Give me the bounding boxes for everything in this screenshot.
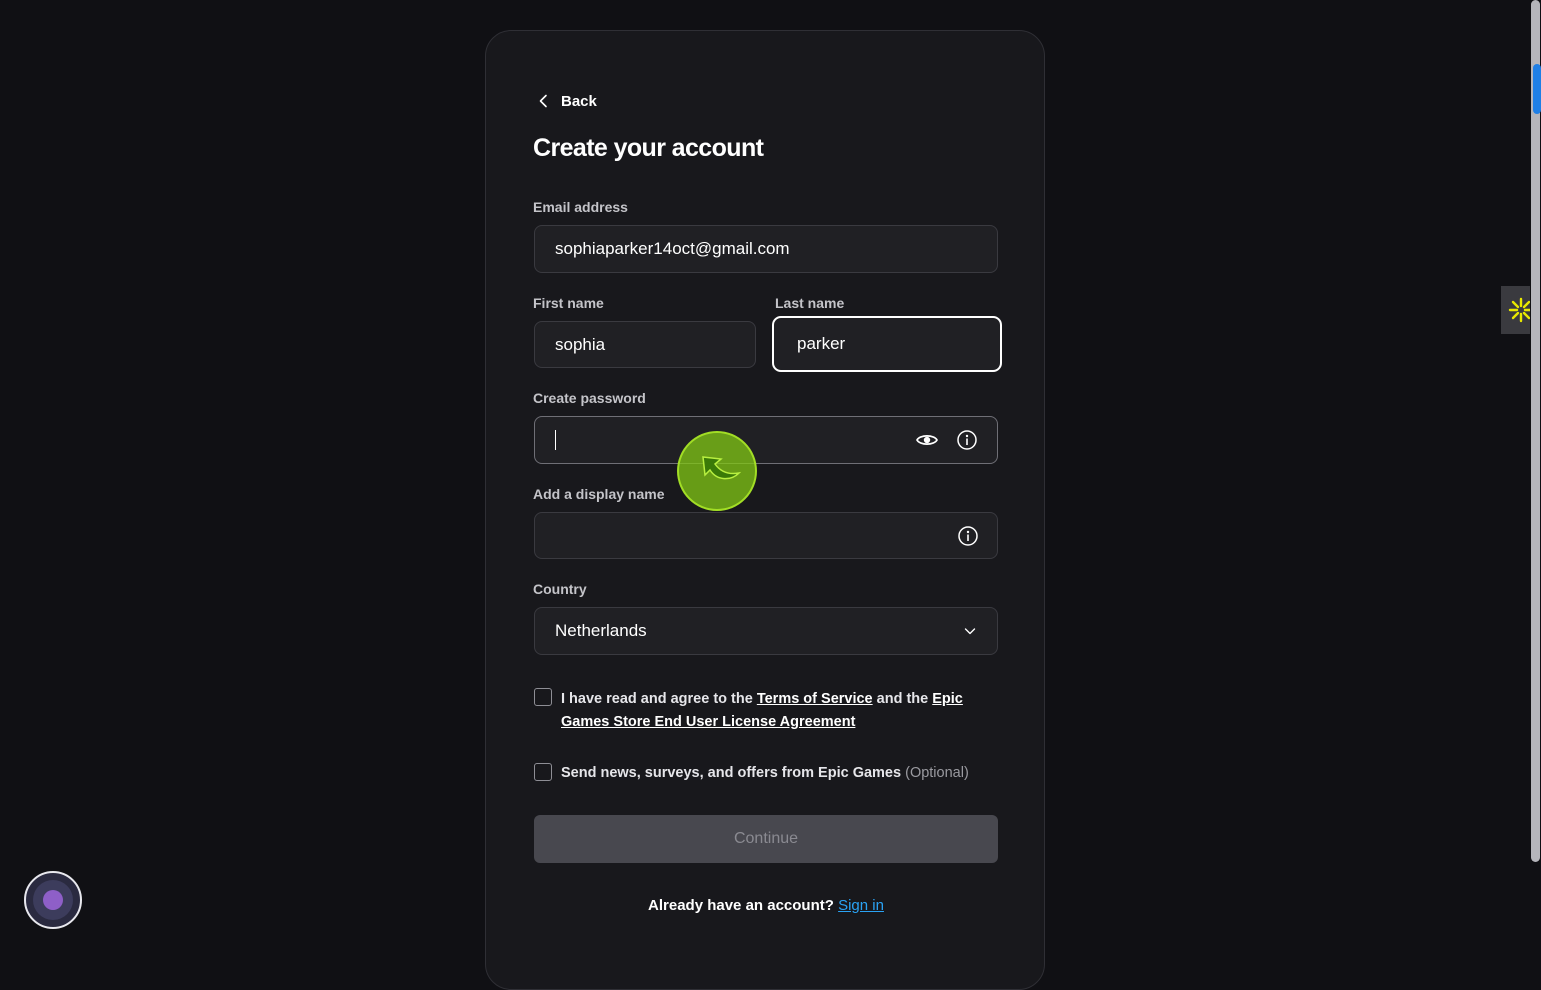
scrollbar-thumb[interactable]	[1531, 0, 1540, 862]
info-icon[interactable]	[955, 428, 979, 452]
first-name-field[interactable]: sophia	[534, 321, 756, 368]
country-value: Netherlands	[555, 621, 647, 640]
terms-checkbox[interactable]	[534, 688, 552, 706]
terms-text: I have read and agree to the Terms of Se…	[561, 688, 981, 734]
display-name-label: Add a display name	[533, 486, 665, 502]
chevron-down-icon	[964, 628, 976, 635]
country-label: Country	[533, 581, 587, 597]
terms-text-middle: and the	[872, 691, 933, 707]
assistant-orb-icon	[33, 880, 73, 920]
display-name-field[interactable]	[534, 512, 998, 559]
first-name-value: sophia	[555, 334, 606, 354]
page-title: Create your account	[533, 134, 764, 162]
email-field[interactable]: sophiaparker14oct@gmail.com	[534, 225, 998, 273]
news-label: Send news, surveys, and offers from Epic…	[561, 765, 902, 781]
back-button[interactable]: Back	[537, 90, 597, 112]
terms-of-service-link[interactable]: Terms of Service	[757, 691, 873, 707]
last-name-value: parker	[797, 334, 846, 353]
eye-icon[interactable]	[914, 428, 940, 452]
signin-prompt: Already have an account? Sign in	[534, 897, 998, 914]
back-label: Back	[561, 92, 597, 110]
cursor-arrow-icon	[702, 456, 742, 480]
news-text: Send news, surveys, and offers from Epic…	[561, 762, 991, 785]
email-value: sophiaparker14oct@gmail.com	[555, 239, 790, 258]
chevron-left-icon	[539, 94, 547, 108]
password-label: Create password	[533, 390, 646, 406]
text-caret	[555, 430, 556, 450]
terms-text-before: I have read and agree to the	[561, 691, 757, 707]
first-name-label: First name	[533, 295, 604, 311]
last-name-field[interactable]: parker	[772, 316, 1002, 372]
country-select[interactable]: Netherlands	[534, 607, 998, 655]
news-checkbox[interactable]	[534, 763, 552, 781]
assistant-button[interactable]	[24, 871, 82, 929]
optional-label: (Optional)	[905, 765, 969, 781]
continue-button[interactable]: Continue	[534, 815, 998, 863]
info-icon[interactable]	[956, 524, 980, 548]
last-name-label: Last name	[775, 295, 845, 311]
assistant-dot	[43, 890, 63, 910]
cursor-highlight	[677, 431, 757, 511]
scroll-indicator	[1533, 64, 1541, 114]
email-label: Email address	[533, 199, 628, 215]
signin-prompt-text: Already have an account?	[648, 897, 834, 914]
sign-in-link[interactable]: Sign in	[838, 897, 884, 914]
